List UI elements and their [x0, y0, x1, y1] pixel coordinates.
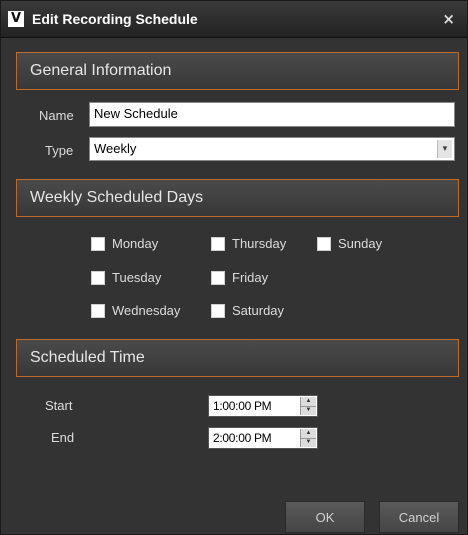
- type-select[interactable]: Weekly ▼: [89, 137, 455, 161]
- checkbox-box[interactable]: [317, 237, 331, 251]
- dialog-title: Edit Recording Schedule: [32, 11, 198, 27]
- weekly-scheduled-days-header: Weekly Scheduled Days: [16, 179, 459, 217]
- name-label: Name: [39, 108, 74, 123]
- checkbox-tuesday[interactable]: Tuesday: [91, 270, 191, 286]
- cancel-button[interactable]: Cancel: [379, 501, 459, 533]
- title-bar[interactable]: V Edit Recording Schedule ×: [1, 1, 467, 38]
- start-time-spinner[interactable]: ▲ ▼: [300, 397, 316, 415]
- end-time-value[interactable]: 2:00:00 PM: [213, 431, 272, 445]
- checkbox-label: Saturday: [232, 303, 285, 318]
- start-time-picker[interactable]: 1:00:00 PM ▲ ▼: [208, 395, 318, 417]
- checkbox-sunday[interactable]: Sunday: [317, 236, 407, 252]
- end-time-spinner[interactable]: ▲ ▼: [300, 429, 316, 447]
- name-field[interactable]: New Schedule: [89, 102, 455, 127]
- checkbox-label: Wednesday: [112, 303, 181, 318]
- checkbox-thursday[interactable]: Thursday: [211, 236, 306, 252]
- checkbox-label: Sunday: [338, 236, 383, 251]
- end-time-picker[interactable]: 2:00:00 PM ▲ ▼: [208, 427, 318, 449]
- close-icon[interactable]: ×: [442, 10, 455, 28]
- checkbox-label: Monday: [112, 236, 159, 251]
- checkbox-box[interactable]: [91, 271, 105, 285]
- checkbox-label: Tuesday: [112, 270, 162, 285]
- start-label: Start: [45, 398, 73, 413]
- edit-recording-schedule-dialog: V Edit Recording Schedule × General Info…: [0, 0, 468, 535]
- general-information-header: General Information: [16, 52, 459, 90]
- end-label: End: [51, 430, 75, 445]
- checkbox-label: Thursday: [232, 236, 287, 251]
- checkbox-box[interactable]: [211, 271, 225, 285]
- chevron-down-icon[interactable]: ▼: [437, 140, 452, 158]
- checkbox-wednesday[interactable]: Wednesday: [91, 303, 196, 319]
- checkbox-friday[interactable]: Friday: [211, 270, 306, 286]
- checkbox-box[interactable]: [211, 304, 225, 318]
- checkbox-box[interactable]: [211, 237, 225, 251]
- scheduled-time-header: Scheduled Time: [16, 339, 459, 377]
- checkbox-box[interactable]: [91, 237, 105, 251]
- checkbox-box[interactable]: [91, 304, 105, 318]
- spin-down-icon[interactable]: ▼: [301, 406, 316, 415]
- section-title: Scheduled Time: [30, 349, 145, 366]
- checkbox-label: Friday: [232, 270, 269, 285]
- ok-button[interactable]: OK: [285, 501, 365, 533]
- section-title: General Information: [30, 62, 172, 79]
- section-title: Weekly Scheduled Days: [30, 189, 204, 206]
- checkbox-monday[interactable]: Monday: [91, 236, 191, 252]
- start-time-value[interactable]: 1:00:00 PM: [213, 399, 272, 413]
- app-logo-icon: V: [8, 11, 24, 27]
- type-selected-value: Weekly: [94, 141, 137, 156]
- type-label: Type: [45, 143, 74, 158]
- checkbox-saturday[interactable]: Saturday: [211, 303, 306, 319]
- spin-down-icon[interactable]: ▼: [301, 438, 316, 447]
